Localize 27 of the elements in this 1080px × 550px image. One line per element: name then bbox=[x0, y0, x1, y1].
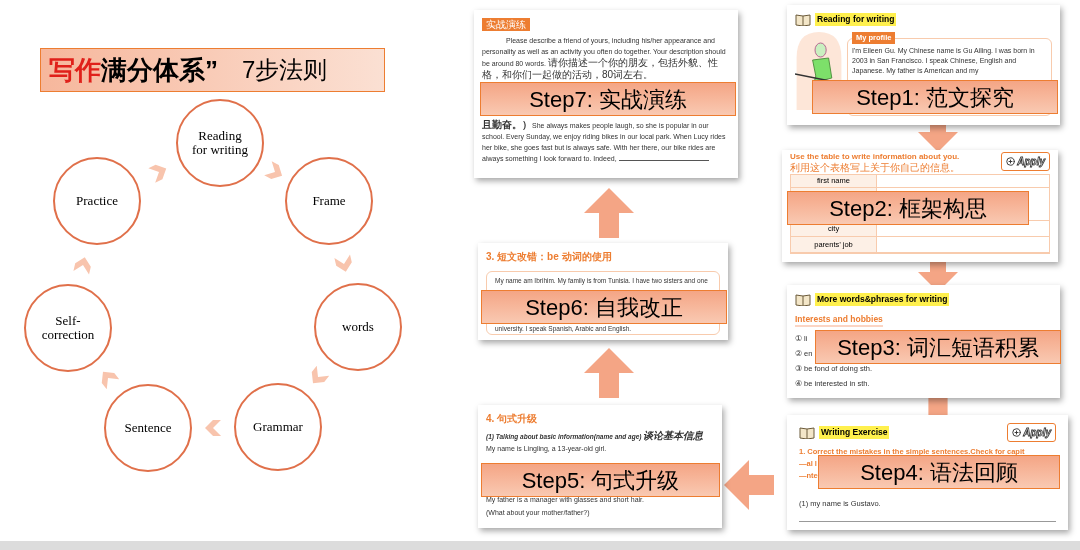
cycle-node: words bbox=[314, 283, 402, 371]
section-header: Writing Exercise bbox=[819, 426, 890, 439]
section-header: Reading for writing bbox=[815, 13, 897, 26]
apply-badge: Apply bbox=[1007, 423, 1056, 442]
step-banner: Step2: 框架构思 bbox=[787, 191, 1029, 225]
exercise-tag: 实战演练 bbox=[482, 18, 530, 31]
slide-subtitle: 7步法则 bbox=[242, 55, 328, 85]
table-heading: Use the table to write information about you. bbox=[790, 152, 960, 162]
step-banner: Step1: 范文探究 bbox=[812, 80, 1058, 114]
step-banner: Step6: 自我改正 bbox=[481, 290, 727, 324]
section-header: More words&phrases for writing bbox=[815, 293, 950, 306]
step-banner: Step7: 实战演练 bbox=[480, 82, 736, 116]
section-heading: 4. 句式升级 bbox=[486, 413, 538, 425]
subheading: Interests and hobbies bbox=[795, 314, 883, 327]
table-heading-chinese: 利用这个表格写上关于你自己的信息。 bbox=[790, 162, 960, 174]
cycle-node: Self-correction bbox=[24, 284, 112, 372]
step-banner: Step5: 句式升级 bbox=[481, 463, 720, 497]
cycle-node: Reading for writing bbox=[176, 99, 264, 187]
apply-badge: Apply bbox=[1001, 152, 1050, 171]
cycle-node: Practice bbox=[53, 157, 141, 245]
step-banner: Step4: 语法回顾 bbox=[818, 455, 1060, 489]
cycle-node: Frame bbox=[285, 157, 373, 245]
cycle-node: Grammar bbox=[234, 383, 322, 471]
cycle-node: Sentence bbox=[104, 384, 192, 472]
section-heading: 3. 短文改错：be 动词的使用 bbox=[486, 251, 612, 263]
slide-title: 写作满分体系” bbox=[49, 53, 218, 87]
step-banner: Step3: 词汇短语积累 bbox=[815, 330, 1061, 364]
